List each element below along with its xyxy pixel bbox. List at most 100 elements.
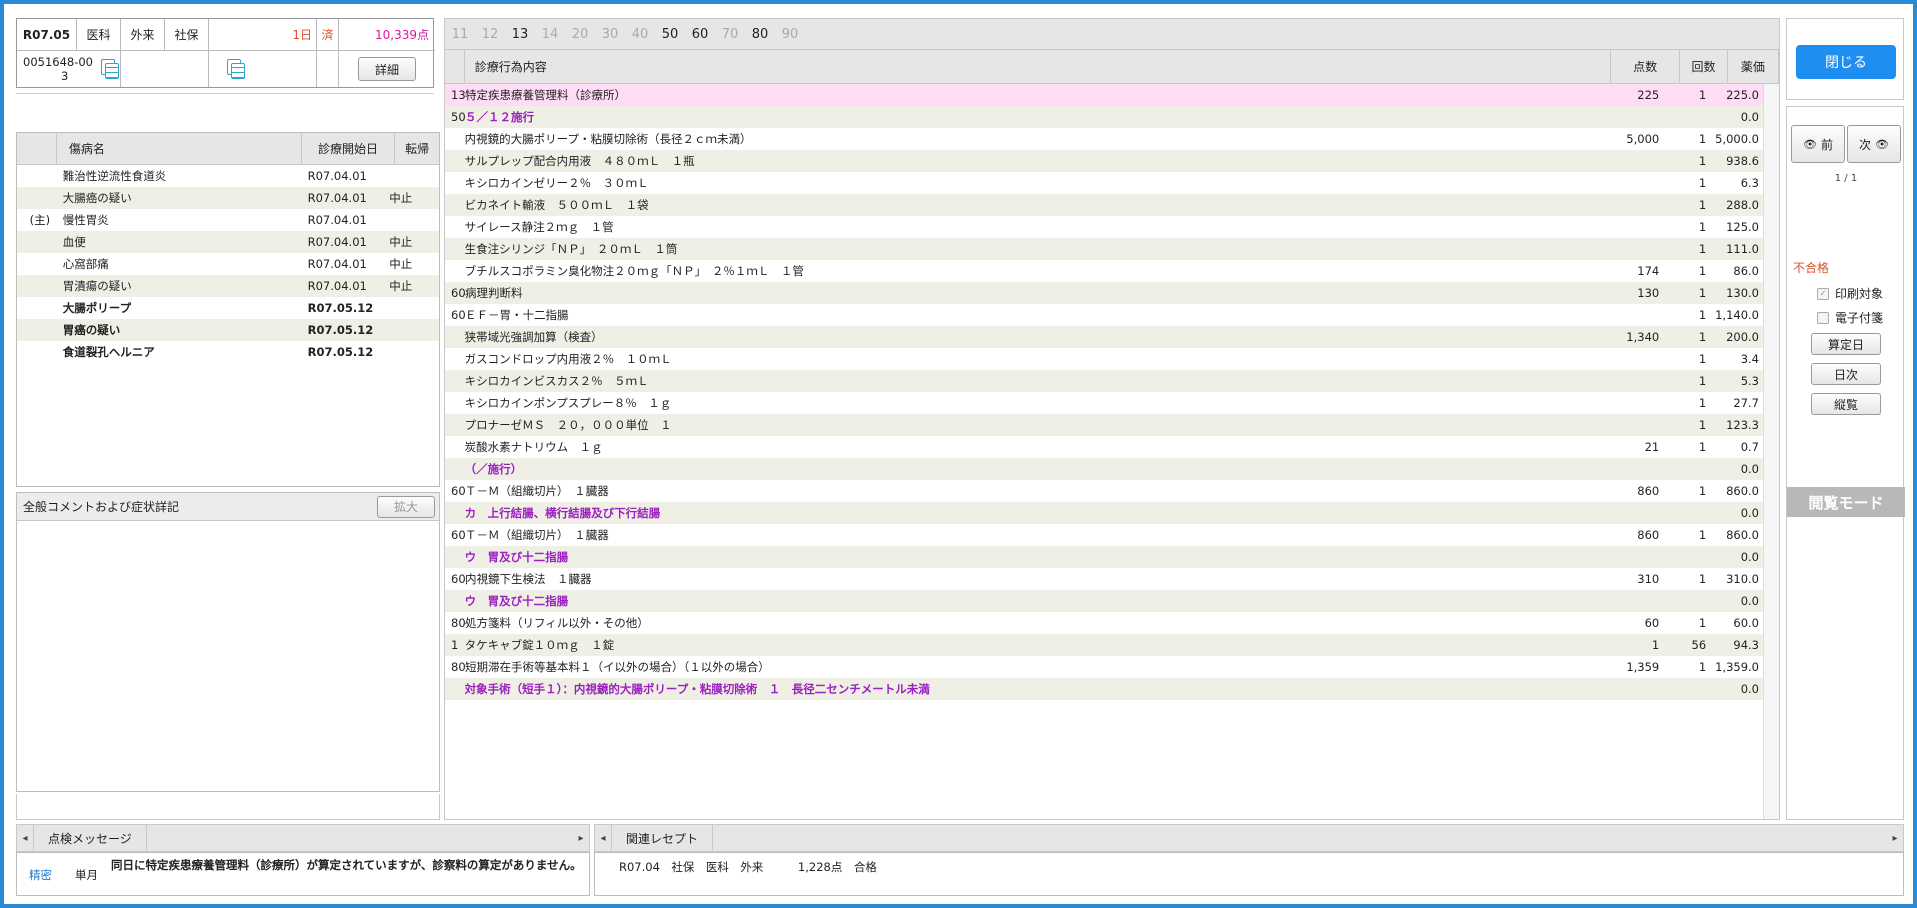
procedure-price: 6.3	[1740, 176, 1759, 190]
code-filter-item[interactable]: 80	[745, 27, 775, 42]
scroll-right-icon[interactable]: ▸	[573, 833, 589, 844]
patient-id: 0051648-00	[23, 55, 93, 69]
procedure-price: 5,000.0	[1715, 132, 1759, 146]
code-filter-item[interactable]: 14	[535, 27, 565, 42]
count-header[interactable]: 回数	[1680, 50, 1728, 83]
tab-check-message[interactable]: 点検メッセージ	[33, 825, 147, 851]
procedure-row[interactable]: キシロカインポンプスプレー８％ １ｇ 1 27.7	[445, 392, 1763, 414]
procedure-row[interactable]: 13 特定疾患療養管理料（診療所） 225 1 225.0	[445, 84, 1763, 106]
procedure-price: 125.0	[1726, 220, 1759, 234]
procedure-row[interactable]: ウ 胃及び十二指腸 0.0	[445, 590, 1763, 612]
content-header[interactable]: 診療行為内容	[465, 50, 1612, 83]
procedure-points: 21	[1644, 440, 1660, 454]
disease-row[interactable]: 心窩部痛 R07.04.01 中止	[17, 253, 439, 275]
procedure-row[interactable]: カ 上行結腸、横行結腸及び下行結腸 0.0	[445, 502, 1763, 524]
scroll-right-icon[interactable]: ▸	[1887, 833, 1903, 844]
disease-row[interactable]: 難治性逆流性食道炎 R07.04.01	[17, 165, 439, 187]
disease-row[interactable]: 胃潰瘍の疑い R07.04.01 中止	[17, 275, 439, 297]
disease-row[interactable]: 大腸ポリープ R07.05.12	[17, 297, 439, 319]
tab-related-receipt[interactable]: 関連レセプト	[611, 825, 714, 851]
disease-row[interactable]: 食道裂孔ヘルニア R07.05.12	[17, 341, 439, 363]
procedure-row[interactable]: 80 処方箋料（リフィル以外・その他） 60 1 60.0	[445, 612, 1763, 634]
procedure-content: ５／１２施行	[465, 110, 534, 124]
disease-row[interactable]: 血便 R07.04.01 中止	[17, 231, 439, 253]
procedure-row[interactable]: ウ 胃及び十二指腸 0.0	[445, 546, 1763, 568]
procedure-row[interactable]: 60 内視鏡下生検法 １臓器 310 1 310.0	[445, 568, 1763, 590]
procedure-row[interactable]: ガスコンドロップ内用液２％ １０ｍＬ 1 3.4	[445, 348, 1763, 370]
disease-row[interactable]: 胃癌の疑い R07.05.12	[17, 319, 439, 341]
scroll-left-icon[interactable]: ◂	[17, 833, 33, 844]
procedure-row[interactable]: 1 タケキャブ錠１０ｍｇ １錠 1 56 94.3	[445, 634, 1763, 656]
procedure-row[interactable]: 炭酸水素ナトリウム １ｇ 21 1 0.7	[445, 436, 1763, 458]
code-filter-item[interactable]: 11	[445, 27, 475, 42]
procedure-row[interactable]: キシロカインビスカス２％ ５ｍＬ 1 5.3	[445, 370, 1763, 392]
procedure-row[interactable]: 内視鏡的大腸ポリープ・粘膜切除術（長径２ｃｍ未満） 5,000 1 5,000.0	[445, 128, 1763, 150]
code-filter-item[interactable]: 70	[715, 27, 745, 42]
copy-icon[interactable]	[101, 59, 119, 79]
procedure-row[interactable]: ブチルスコポラミン臭化物注２０ｍｇ「ＮＰ」 ２％１ｍＬ １管 174 1 86.0	[445, 260, 1763, 282]
procedure-count: 1	[1698, 418, 1707, 432]
code-filter-item[interactable]: 20	[565, 27, 595, 42]
disease-name: 心窩部痛	[62, 257, 109, 271]
procedure-row[interactable]: キシロカインゼリー２％ ３０ｍＬ 1 6.3	[445, 172, 1763, 194]
procedure-row[interactable]: ビカネイト輸液 ５００ｍＬ １袋 1 288.0	[445, 194, 1763, 216]
comment-title: 全般コメントおよび症状詳記	[23, 500, 180, 514]
procedure-count: 1	[1698, 440, 1707, 454]
daily-button[interactable]: 日次	[1811, 363, 1881, 385]
view-button[interactable]: 縦覧	[1811, 393, 1881, 415]
prev-button[interactable]: 👁 前	[1791, 125, 1845, 163]
code-filter-item[interactable]: 60	[685, 27, 715, 42]
procedure-row[interactable]: 60 ＥＦ－胃・十二指腸 1 1,140.0	[445, 304, 1763, 326]
procedure-points: 860	[1637, 528, 1660, 542]
print-target-checkbox[interactable]: ✓ 印刷対象	[1817, 285, 1883, 302]
procedure-row[interactable]: 60 病理判断料 130 1 130.0	[445, 282, 1763, 304]
outcome: 中止	[389, 191, 413, 205]
procedure-price: 0.0	[1740, 462, 1759, 476]
disease-name-header[interactable]: 傷病名	[57, 133, 302, 164]
price-header[interactable]: 薬価	[1728, 50, 1779, 83]
procedure-row[interactable]: サルプレップ配合内用液 ４８０ｍＬ １瓶 1 938.6	[445, 150, 1763, 172]
code-filter-item[interactable]: 13	[505, 27, 535, 42]
detail-cell: 詳細	[339, 51, 435, 87]
next-button[interactable]: 次 👁	[1847, 125, 1901, 163]
close-panel: 閉じる	[1786, 18, 1904, 100]
electronic-checkbox[interactable]: 電子付箋	[1817, 309, 1883, 326]
procedure-row[interactable]: 60 Ｔ－Ｍ（組織切片） １臓器 860 1 860.0	[445, 480, 1763, 502]
procedure-scrollbar[interactable]	[1763, 84, 1779, 819]
procedure-row[interactable]: 対象手術（短手１）：内視鏡的大腸ポリープ・粘膜切除術 １ 長径二センチメートル未…	[445, 678, 1763, 700]
close-button[interactable]: 閉じる	[1796, 45, 1896, 79]
procedure-count: 1	[1698, 352, 1707, 366]
procedure-row[interactable]: 60 Ｔ－Ｍ（組織切片） １臓器 860 1 860.0	[445, 524, 1763, 546]
mark-column-header	[17, 133, 57, 164]
outcome-header[interactable]: 転帰	[395, 133, 439, 164]
code-filter-item[interactable]: 90	[775, 27, 805, 42]
code-filter-item[interactable]: 40	[625, 27, 655, 42]
disease-row[interactable]: (主) 慢性胃炎 R07.04.01	[17, 209, 439, 231]
code-filter-item[interactable]: 50	[655, 27, 685, 42]
procedure-row[interactable]: プロナーゼＭＳ ２０，０００単位 １ 1 123.3	[445, 414, 1763, 436]
procedure-count: 1	[1698, 374, 1707, 388]
procedure-row[interactable]: サイレース静注２ｍｇ １管 1 125.0	[445, 216, 1763, 238]
code-filter-item[interactable]: 12	[475, 27, 505, 42]
procedure-row[interactable]: 50 ５／１２施行 0.0	[445, 106, 1763, 128]
procedure-row[interactable]: 狭帯域光強調加算（検査） 1,340 1 200.0	[445, 326, 1763, 348]
procedure-row[interactable]: 生食注シリンジ「ＮＰ」 ２０ｍＬ １筒 1 111.0	[445, 238, 1763, 260]
calc-date-button[interactable]: 算定日	[1811, 333, 1881, 355]
check-type[interactable]: 精密	[29, 867, 52, 883]
start-date-header[interactable]: 診療開始日	[302, 133, 396, 164]
detail-button[interactable]: 詳細	[358, 57, 416, 81]
check-message: 同日に特定疾患療養管理料（診療所）が算定されていますが、診察料の算定がありません…	[111, 858, 582, 872]
scroll-left-icon[interactable]: ◂	[595, 833, 611, 844]
related-receipt-row[interactable]: R07.04 社保 医科 外来 1,228点 合格	[619, 859, 877, 875]
procedure-content: 内視鏡的大腸ポリープ・粘膜切除術（長径２ｃｍ未満）	[464, 132, 752, 146]
code-filter-item[interactable]: 30	[595, 27, 625, 42]
procedure-row[interactable]: 80 短期滞在手術等基本料１（イ以外の場合）（１以外の場合） 1,359 1 1,359…	[445, 656, 1763, 678]
procedure-row[interactable]: （／施行） 0.0	[445, 458, 1763, 480]
procedure-price: 938.6	[1726, 154, 1759, 168]
related-receipt-bar: ◂ 関連レセプト ▸	[594, 824, 1904, 852]
comment-textarea[interactable]	[17, 521, 439, 791]
points-header[interactable]: 点数	[1611, 50, 1681, 83]
expand-button[interactable]: 拡大	[377, 495, 435, 518]
tab-check-message-label: 点検メッセージ	[48, 831, 132, 846]
disease-row[interactable]: 大腸癌の疑い R07.04.01 中止	[17, 187, 439, 209]
